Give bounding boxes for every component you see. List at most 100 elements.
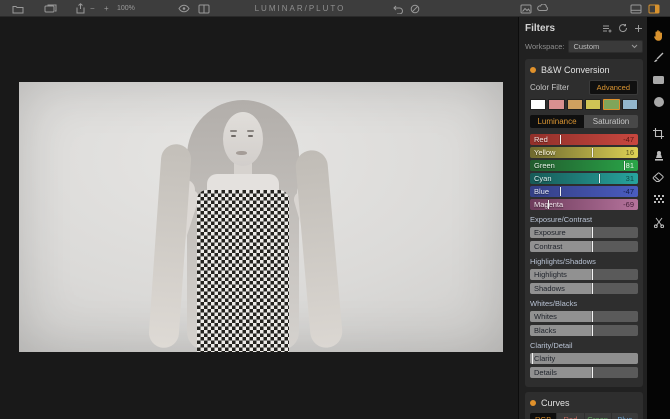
tool-rail (647, 17, 670, 419)
scissors-tool-icon[interactable] (651, 214, 666, 229)
zoom-in-button[interactable]: + (104, 0, 109, 17)
photo-figure-face (223, 112, 263, 166)
color-slider[interactable]: Yellow 16 (530, 147, 638, 158)
plus-icon[interactable] (634, 20, 643, 38)
workspace-label: Workspace: (525, 42, 565, 51)
slider-thumb[interactable] (591, 227, 593, 238)
crop-tool-icon[interactable] (651, 126, 666, 141)
color-slider[interactable]: Magenta -69 (530, 199, 638, 210)
color-swatch[interactable] (621, 99, 638, 110)
color-swatch[interactable] (530, 99, 547, 110)
section-title: Highlights/Shadows (530, 257, 596, 266)
slider-thumb[interactable] (591, 269, 593, 280)
photos-icon[interactable] (44, 0, 57, 17)
curve-channel-tab[interactable]: RGB (530, 413, 557, 419)
adjustment-slider[interactable]: Clarity (530, 353, 638, 364)
color-slider[interactable]: Blue -47 (530, 186, 638, 197)
image-icon[interactable] (520, 0, 532, 17)
color-filter-swatches (530, 99, 638, 110)
slider-label: Cyan (534, 174, 552, 183)
slider-thumb[interactable] (560, 135, 562, 144)
color-slider[interactable]: Red -47 (530, 134, 638, 145)
slider-thumb[interactable] (548, 200, 550, 209)
adjustment-slider[interactable]: Highlights (530, 269, 638, 280)
filter-enabled-dot[interactable] (530, 400, 536, 406)
slider-label: Yellow (534, 148, 556, 157)
adjustment-slider[interactable]: Contrast (530, 241, 638, 252)
no-edit-icon[interactable] (410, 0, 420, 17)
add-filter-icon[interactable] (602, 20, 612, 38)
curve-channel-tab[interactable]: Green (584, 413, 611, 419)
photo-figure (236, 151, 247, 155)
section-title: Whites/Blacks (530, 299, 578, 308)
advanced-button[interactable]: Advanced (588, 80, 638, 95)
adjustment-slider[interactable]: Exposure (530, 227, 638, 238)
photo-figure (247, 130, 254, 132)
preview-eye-icon[interactable] (178, 0, 190, 17)
eraser-tool-icon[interactable] (651, 170, 666, 185)
slider-value: 31 (625, 174, 634, 183)
curves-title: Curves (541, 398, 570, 408)
section-title: Exposure/Contrast (530, 215, 593, 224)
color-slider[interactable]: Cyan 31 (530, 173, 638, 184)
export-icon[interactable] (76, 0, 85, 17)
bw-conversion-title: B&W Conversion (541, 65, 610, 75)
brush-tool-icon[interactable] (651, 50, 666, 65)
workspace-dropdown[interactable]: Custom (568, 40, 643, 53)
color-filter-label: Color Filter (530, 83, 570, 92)
slider-thumb[interactable] (591, 283, 593, 294)
adjustment-slider[interactable]: Blacks (530, 325, 638, 336)
clone-stamp-tool-icon[interactable] (651, 148, 666, 163)
slider-thumb[interactable] (591, 367, 593, 378)
filter-enabled-dot[interactable] (530, 67, 536, 73)
hand-tool-icon[interactable] (651, 28, 666, 43)
section-title: Clarity/Detail (530, 341, 573, 350)
slider-label: Whites (534, 312, 557, 321)
zoom-level[interactable]: 100% (117, 0, 135, 17)
slider-thumb[interactable] (560, 187, 562, 196)
layers-icon[interactable] (537, 0, 549, 17)
curve-channel-tab[interactable]: Blue (611, 413, 638, 419)
color-sliders: Red -47 Yellow 16 Green 81 Cyan 31 Blue … (530, 134, 638, 210)
reset-icon[interactable] (618, 20, 628, 38)
undo-icon[interactable] (393, 0, 404, 17)
slider-label: Highlights (534, 270, 567, 279)
color-slider[interactable]: Green 81 (530, 160, 638, 171)
slider-thumb[interactable] (591, 311, 593, 322)
filters-panel-title: Filters (525, 23, 556, 34)
adjustment-slider[interactable]: Whites (530, 311, 638, 322)
color-swatch[interactable] (603, 99, 620, 110)
denoise-tool-icon[interactable] (651, 192, 666, 207)
zoom-out-button[interactable]: − (90, 0, 95, 17)
panel-bottom-icon[interactable] (630, 0, 642, 17)
photo-figure (248, 135, 253, 137)
slider-thumb[interactable] (532, 353, 534, 364)
folder-icon[interactable] (12, 0, 24, 17)
slider-label: Exposure (534, 228, 566, 237)
compare-view-icon[interactable] (198, 0, 210, 17)
curve-channel-tabs: RGB Red Green Blue (530, 413, 638, 419)
workspace-value: Custom (573, 42, 600, 51)
slider-thumb[interactable] (591, 325, 593, 336)
chevron-down-icon (631, 42, 638, 51)
panel-right-icon[interactable] (648, 0, 660, 17)
tab-saturation[interactable]: Saturation (584, 115, 638, 128)
slider-thumb[interactable] (623, 161, 625, 170)
radial-mask-tool-icon[interactable] (651, 94, 666, 109)
tab-luminance[interactable]: Luminance (530, 115, 584, 128)
photo-figure-houndstooth-top (197, 190, 289, 352)
slider-label: Shadows (534, 284, 565, 293)
slider-label: Details (534, 368, 557, 377)
gradient-mask-tool-icon[interactable] (651, 72, 666, 87)
color-swatch[interactable] (566, 99, 583, 110)
adjustment-slider[interactable]: Details (530, 367, 638, 378)
color-swatch[interactable] (584, 99, 602, 110)
slider-thumb[interactable] (591, 148, 593, 157)
color-swatch[interactable] (548, 99, 565, 110)
slider-thumb[interactable] (591, 241, 593, 252)
curve-channel-tab[interactable]: Red (557, 413, 584, 419)
photo-figure (231, 135, 236, 137)
adjustment-slider[interactable]: Shadows (530, 283, 638, 294)
image-canvas[interactable] (0, 17, 518, 419)
slider-thumb[interactable] (599, 174, 601, 183)
